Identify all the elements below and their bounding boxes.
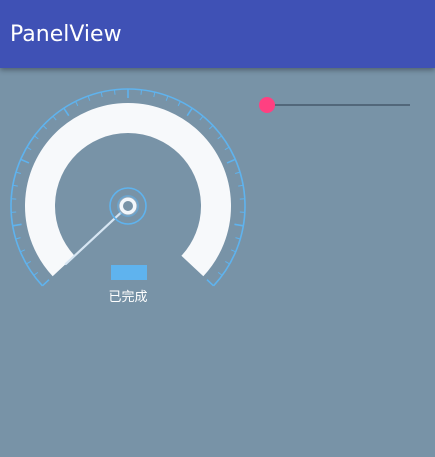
progress-seekbar[interactable] — [258, 94, 414, 116]
app-bar: PanelView — [0, 0, 435, 68]
gauge-major-tick — [234, 223, 244, 227]
gauge-minor-tick — [238, 184, 244, 187]
gauge-minor-tick — [42, 125, 48, 130]
gauge-major-tick — [206, 279, 215, 287]
gauge-major-tick — [12, 223, 22, 227]
gauge-minor-tick — [100, 92, 103, 98]
gauge-minor-tick — [217, 135, 222, 140]
gauge-center-hub — [109, 187, 147, 225]
seekbar-track[interactable] — [267, 104, 410, 106]
gauge-minor-tick — [217, 271, 223, 276]
gauge-minor-tick — [113, 89, 116, 95]
gauge-minor-tick — [235, 171, 241, 175]
gauge-status-indicator — [111, 265, 147, 280]
gauge-minor-tick — [165, 95, 169, 101]
gauge-minor-tick — [26, 146, 32, 151]
gauge-minor-tick — [52, 115, 57, 121]
gauge-minor-tick — [20, 249, 26, 253]
gauge-minor-tick — [34, 135, 39, 140]
app-title: PanelView — [10, 22, 122, 47]
gauge-minor-tick — [235, 237, 241, 240]
gauge-major-tick — [41, 279, 50, 287]
gauge-progress-arc — [25, 103, 231, 277]
seekbar-thumb[interactable] — [259, 97, 275, 113]
gauge-major-tick — [63, 107, 70, 117]
gauge-minor-tick — [224, 146, 230, 151]
gauge-minor-tick — [87, 95, 91, 101]
gauge-status-label: 已完成 — [108, 290, 148, 305]
gauge-needle — [64, 211, 123, 266]
content-area: 已完成 — [0, 68, 435, 457]
gauge-minor-tick — [199, 115, 204, 121]
gauge-minor-tick — [15, 237, 21, 240]
gauge-minor-tick — [230, 249, 236, 253]
gauge-minor-tick — [208, 125, 214, 130]
gauge-minor-tick — [153, 92, 156, 98]
gauge-major-tick — [20, 158, 30, 164]
gauge-major-tick — [226, 158, 236, 164]
gauge-minor-tick — [26, 261, 31, 265]
gauge-major-tick — [186, 107, 193, 117]
gauge-minor-tick — [15, 171, 21, 175]
gauge-minor-tick — [33, 271, 39, 276]
gauge-minor-tick — [140, 89, 143, 95]
gauge-minor-tick — [177, 101, 181, 107]
gauge-minor-tick — [12, 184, 18, 187]
gauge-minor-tick — [225, 261, 230, 265]
gauge-minor-tick — [75, 101, 79, 107]
